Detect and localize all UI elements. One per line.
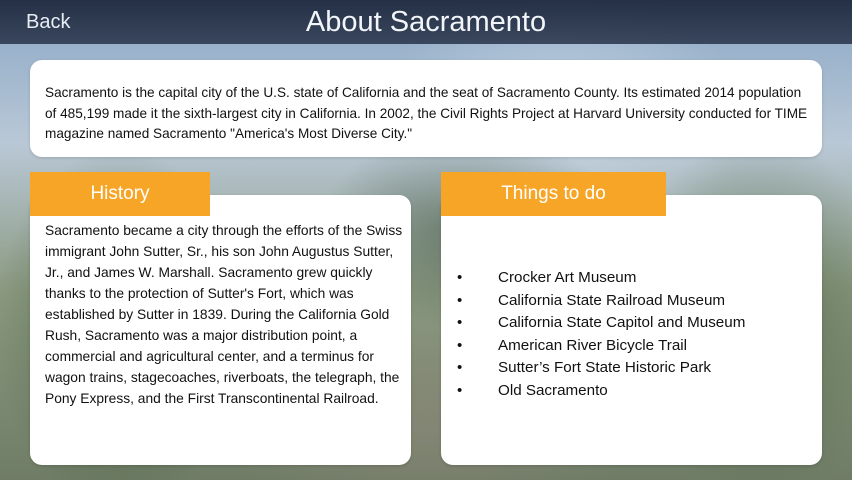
list-item: • American River Bicycle Trail [457,335,745,358]
things-to-do-list: • Crocker Art Museum • California State Ra… [457,267,745,402]
bullet-icon: • [457,381,463,399]
history-tab-label: History [30,172,210,216]
bullet-icon: • [457,291,463,309]
history-text: Sacramento became a city through the eff… [45,223,403,406]
list-item: • Crocker Art Museum [457,267,745,290]
list-item: • California State Capitol and Museum [457,312,745,335]
list-item-label: Sutter’s Fort State Historic Park [498,359,711,376]
top-nav-bar: Back About Sacramento [0,0,852,44]
history-card: Sacramento became a city through the eff… [30,195,411,465]
list-item-label: Old Sacramento [498,381,608,399]
intro-text: Sacramento is the capital city of the U.… [45,85,808,141]
intro-card: Sacramento is the capital city of the U.… [30,60,822,157]
bullet-icon: • [457,359,463,376]
list-item-label: California State Railroad Museum [498,291,726,309]
list-item: • California State Railroad Museum [457,290,745,313]
page-title: About Sacramento [305,6,547,38]
list-item-label: American River Bicycle Trail [498,336,688,354]
list-item-label: California State Capitol and Museum [498,314,746,331]
list-item-label: Crocker Art Museum [498,269,637,286]
bullet-icon: • [457,269,463,286]
bullet-icon: • [457,314,463,331]
things-to-do-card: • Crocker Art Museum • California State Ra… [441,195,822,465]
bullet-icon: • [457,336,463,354]
list-item: • Old Sacramento [457,380,745,403]
things-to-do-tab-label: Things to do [441,172,666,216]
list-item: • Sutter’s Fort State Historic Park [457,357,745,380]
